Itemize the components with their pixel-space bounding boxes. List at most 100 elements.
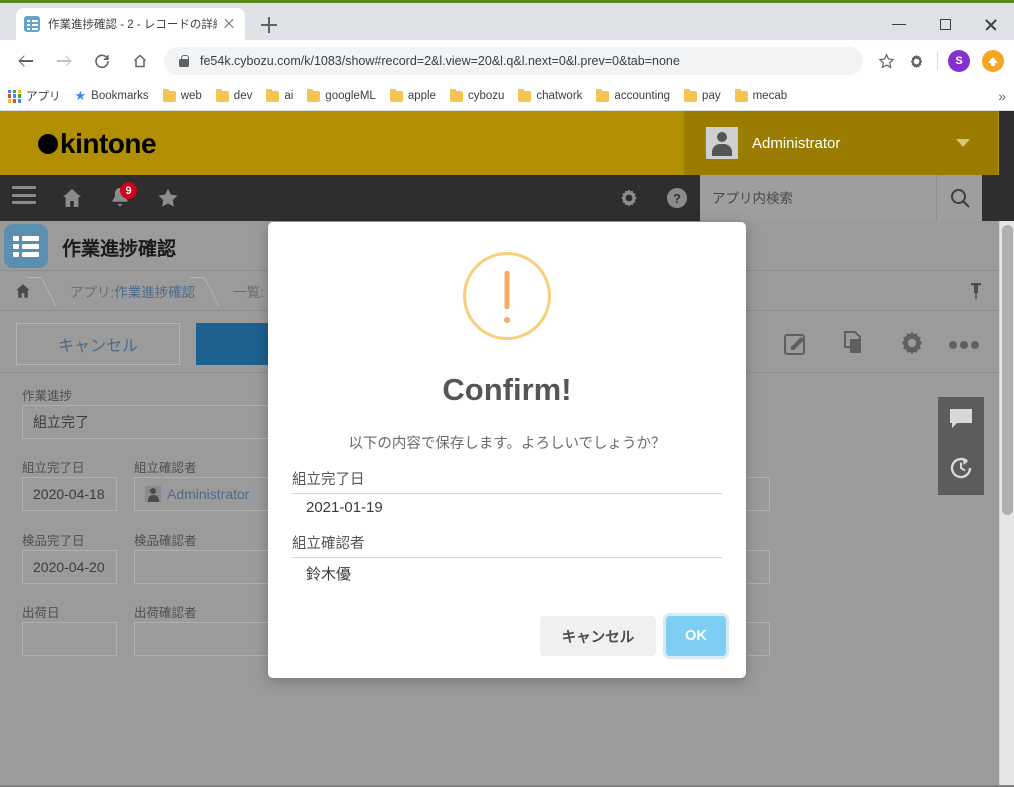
maximize-button[interactable] [922, 6, 968, 43]
notifications-button[interactable]: 9 [108, 186, 132, 210]
bookmark-label: web [181, 90, 202, 102]
warning-exclamation-icon [463, 252, 551, 340]
bookmark-item-accounting[interactable]: accounting [590, 85, 676, 107]
bookmark-item-chatwork[interactable]: chatwork [512, 85, 588, 107]
profile-avatar[interactable]: S [944, 46, 974, 76]
address-bar[interactable]: fe54k.cybozu.com/k/1083/show#record=2&l.… [164, 47, 863, 75]
bookmark-item-ai[interactable]: ai [260, 85, 299, 107]
home-icon [132, 53, 148, 69]
dialog-field-value: 2021-01-19 [292, 499, 722, 516]
dialog-ok-button[interactable]: OK [666, 616, 726, 656]
chevron-down-icon [956, 139, 970, 147]
dialog-field-label: 組立完了日 [292, 468, 722, 494]
field-label-kumitate-kakuninsha: 組立確認者 [134, 457, 197, 476]
search-icon [948, 186, 972, 210]
pin-icon[interactable] [968, 282, 984, 305]
breadcrumb-app-link[interactable]: 作業進捗確認 [114, 281, 195, 301]
home-button[interactable] [60, 186, 84, 210]
new-tab-button[interactable] [258, 14, 280, 36]
reload-icon [94, 53, 110, 69]
help-button[interactable]: ? [665, 186, 689, 210]
extension-gear-icon[interactable] [901, 46, 931, 76]
reload-button[interactable] [86, 45, 118, 77]
forward-button[interactable] [48, 45, 80, 77]
edit-record-button[interactable] [782, 329, 810, 362]
dialog-message: 以下の内容で保存します。よろしいでしょうか？ [268, 432, 746, 453]
bookmark-item-cybozu[interactable]: cybozu [444, 85, 510, 107]
apps-grid-icon [8, 90, 21, 103]
app-icon [4, 224, 48, 268]
confirm-dialog: Confirm! 以下の内容で保存します。よろしいでしょうか？ 組立完了日 20… [268, 222, 746, 678]
bookmark-star-button[interactable] [871, 46, 901, 76]
side-dock [938, 397, 984, 495]
bookmark-item-dev[interactable]: dev [210, 85, 259, 107]
bookmark-label: pay [702, 90, 721, 102]
field-label-kumitate-kanryoubi: 組立完了日 [22, 457, 85, 476]
bookmark-label: chatwork [536, 90, 582, 102]
favorites-button[interactable] [156, 186, 180, 210]
close-icon[interactable] [221, 16, 237, 32]
kintone-logo[interactable]: kintone [38, 128, 156, 160]
settings-button[interactable] [617, 186, 641, 210]
profile-initial: S [948, 50, 970, 72]
arrow-right-icon [56, 53, 72, 69]
bookmark-item-apps[interactable]: アプリ [2, 85, 67, 107]
search-input[interactable] [712, 191, 936, 206]
menu-hamburger-button[interactable] [12, 186, 36, 210]
user-menu[interactable]: Administrator [684, 111, 998, 175]
avatar [145, 486, 161, 502]
bookmark-item-googleml[interactable]: googleML [301, 85, 382, 107]
lock-icon [178, 54, 190, 68]
bookmark-item-web[interactable]: web [157, 85, 208, 107]
bookmark-label: accounting [614, 90, 670, 102]
breadcrumb-home[interactable] [0, 271, 48, 311]
avatar [706, 127, 738, 159]
minimize-button[interactable] [876, 6, 922, 43]
search-button[interactable] [936, 175, 982, 221]
bookmark-label: アプリ [26, 88, 61, 104]
bookmark-item-apple[interactable]: apple [384, 85, 442, 107]
duplicate-record-button[interactable] [840, 329, 868, 362]
close-window-button[interactable] [968, 6, 1014, 43]
dialog-cancel-button[interactable]: キャンセル [540, 616, 656, 656]
record-history-button[interactable] [948, 455, 974, 486]
browser-tab[interactable]: 作業進捗確認 - 2 - レコードの詳細 [16, 8, 245, 40]
folder-icon [450, 91, 463, 102]
bookmark-item-mecab[interactable]: mecab [729, 85, 794, 107]
tab-favicon-icon [24, 16, 40, 32]
bookmark-label: mecab [753, 90, 788, 102]
tab-title: 作業進捗確認 - 2 - レコードの詳細 [48, 16, 217, 32]
home-button[interactable] [124, 45, 156, 77]
bookmark-item-pay[interactable]: pay [678, 85, 727, 107]
back-button[interactable] [10, 45, 42, 77]
field-label-shukkabi: 出荷日 [22, 602, 60, 621]
dialog-field-label: 組立確認者 [292, 532, 722, 558]
comments-button[interactable] [948, 407, 974, 436]
user-name: Administrator [752, 135, 956, 152]
copy-document-icon [840, 329, 868, 357]
scrollbar-thumb[interactable] [1002, 225, 1013, 515]
svg-text:?: ? [673, 191, 681, 206]
app-search-box[interactable] [700, 175, 936, 221]
edit-pencil-icon [782, 329, 810, 357]
comment-bubble-icon [948, 407, 974, 431]
tab-strip: 作業進捗確認 - 2 - レコードの詳細 [0, 3, 1014, 40]
field-value-kenpin-kanryoubi[interactable]: 2020-04-20 [22, 550, 117, 584]
bookmarks-overflow-button[interactable]: » [998, 88, 1006, 104]
bookmark-item-bookmarks[interactable]: ★ Bookmarks [69, 85, 155, 107]
field-label-shukka-kakuninsha: 出荷確認者 [134, 602, 197, 621]
breadcrumb-app[interactable]: アプリ: 作業進捗確認 [48, 271, 211, 311]
dialog-title: Confirm! [268, 372, 746, 408]
field-value-shukkabi[interactable] [22, 622, 117, 656]
page-scrollbar[interactable] [999, 221, 1014, 785]
dialog-field: 組立確認者 鈴木優 [292, 532, 722, 584]
record-settings-button[interactable] [898, 329, 926, 362]
field-value-kumitate-kanryoubi[interactable]: 2020-04-18 [22, 477, 117, 511]
more-options-button[interactable] [948, 337, 980, 355]
url-text: fe54k.cybozu.com/k/1083/show#record=2&l.… [200, 54, 680, 68]
cancel-button[interactable]: キャンセル [16, 323, 180, 365]
chrome-menu-button[interactable] [982, 50, 1004, 72]
toolbar-divider [937, 52, 938, 70]
history-refresh-icon [948, 455, 974, 481]
folder-icon [307, 91, 320, 102]
